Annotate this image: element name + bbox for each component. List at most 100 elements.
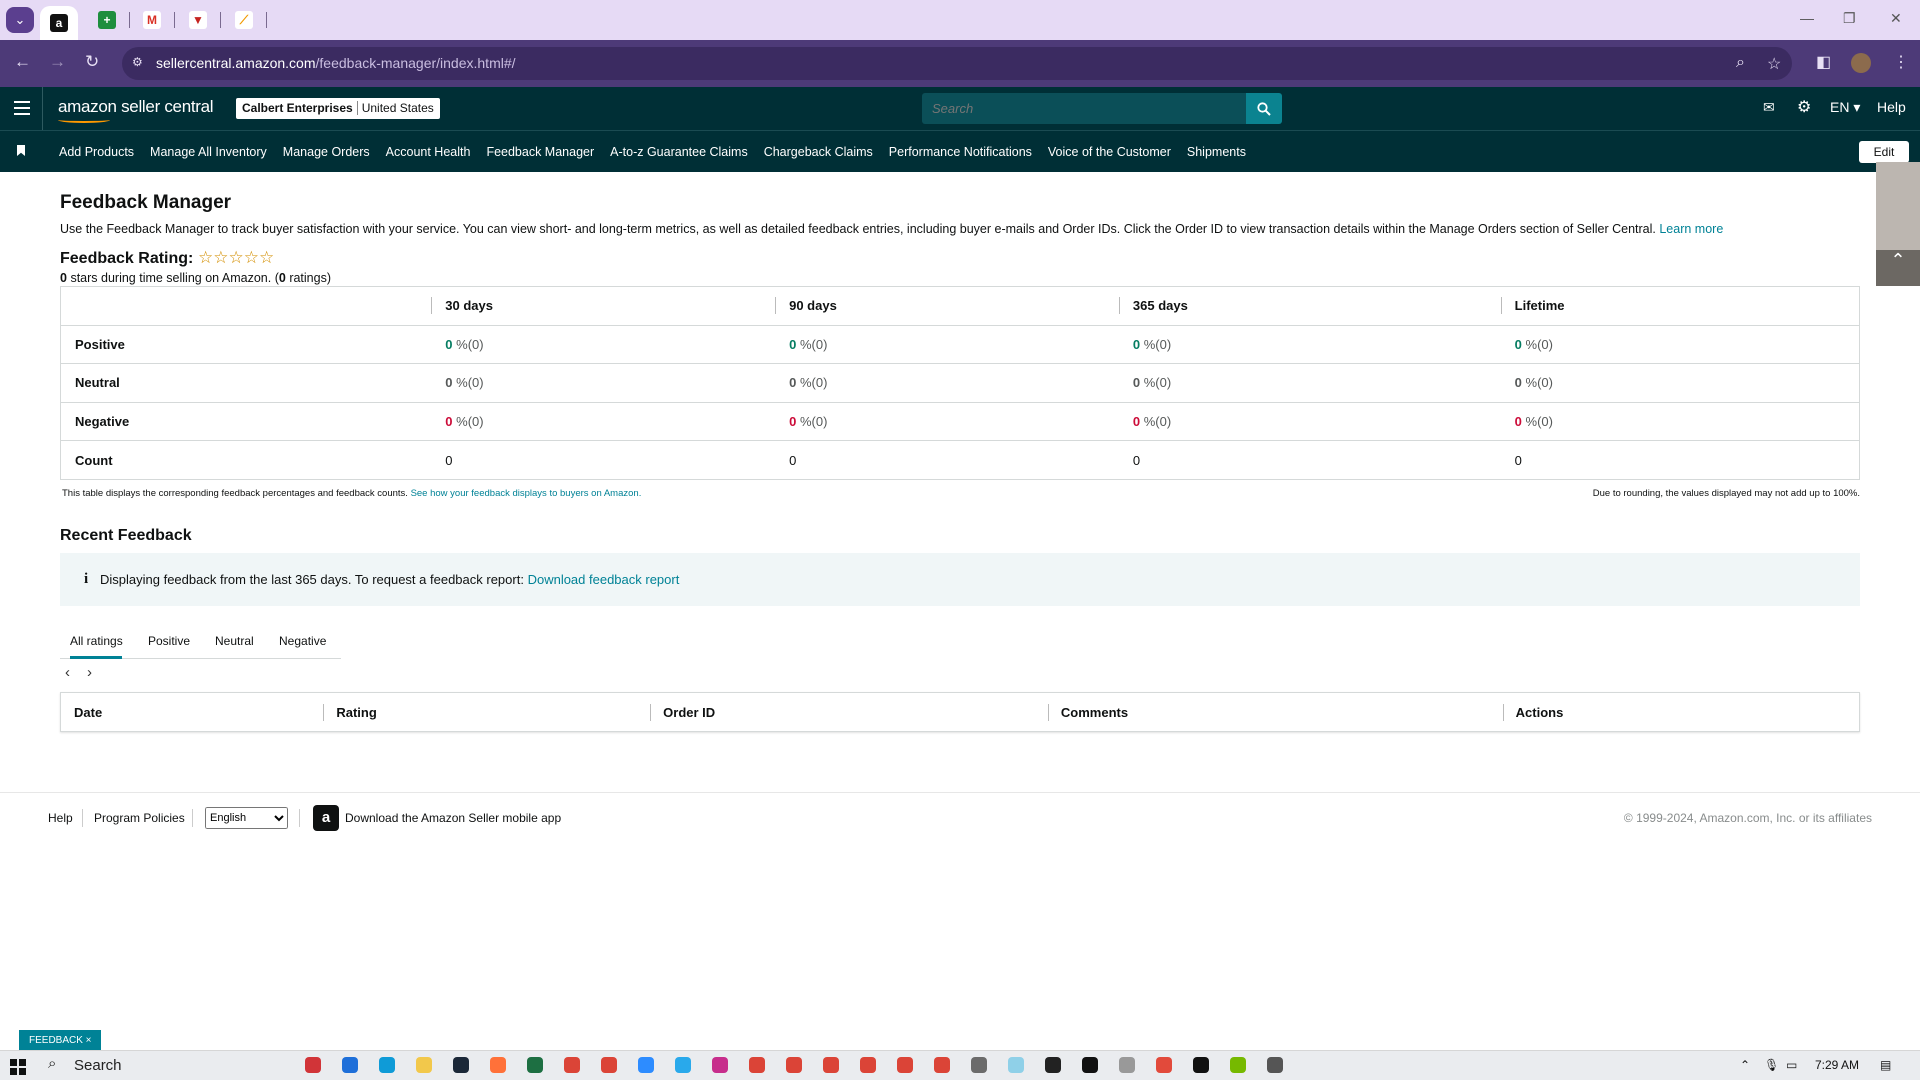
back-icon[interactable]: ← — [14, 52, 31, 72]
chrome-icon[interactable] — [786, 1057, 802, 1073]
chrome-menu-icon[interactable]: ⋮ — [1893, 52, 1909, 72]
program-policies-link[interactable]: Program Policies — [94, 811, 185, 825]
taskbar-search[interactable]: ⌕ Search — [40, 1053, 290, 1079]
minimize-icon[interactable]: — — [1800, 10, 1814, 26]
video-thumbnail[interactable]: ⌃ — [1876, 162, 1920, 286]
nav-add-products[interactable]: Add Products — [59, 145, 134, 159]
tab-neutral[interactable]: Neutral — [215, 634, 254, 648]
bookmark-star-icon[interactable]: ☆ — [1767, 54, 1781, 74]
nav-a-to-z-claims[interactable]: A-to-z Guarantee Claims — [610, 145, 748, 159]
account-switcher[interactable]: Calbert Enterprises United States — [236, 98, 440, 119]
side-panel-icon[interactable]: ◧ — [1816, 52, 1831, 72]
sheets-tab-icon[interactable]: + — [98, 11, 116, 29]
app-icon[interactable] — [1193, 1057, 1209, 1073]
chrome-icon[interactable] — [897, 1057, 913, 1073]
settings-gear-icon[interactable]: ⚙ — [1797, 97, 1811, 117]
edit-nav-button[interactable]: Edit — [1859, 141, 1909, 163]
url-text[interactable]: sellercentral.amazon.com/feedback-manage… — [156, 55, 516, 71]
header-comments[interactable]: Comments — [1047, 693, 1503, 732]
app-icon[interactable] — [1119, 1057, 1135, 1073]
download-feedback-report-link[interactable]: Download feedback report — [528, 572, 680, 587]
app-icon[interactable] — [305, 1057, 321, 1073]
nav-voice-of-customer[interactable]: Voice of the Customer — [1048, 145, 1171, 159]
nav-account-health[interactable]: Account Health — [386, 145, 471, 159]
chrome-icon[interactable] — [749, 1057, 765, 1073]
chevron-up-icon[interactable]: ⌃ — [1740, 1058, 1750, 1072]
table-cell: 0 — [775, 440, 1119, 480]
amazon-app-icon[interactable]: a — [313, 805, 339, 831]
tab-amazon-seller-central[interactable]: a — [40, 6, 78, 40]
nav-manage-all-inventory[interactable]: Manage All Inventory — [150, 145, 267, 159]
settings-icon[interactable] — [1267, 1057, 1283, 1073]
nav-shipments[interactable]: Shipments — [1187, 145, 1246, 159]
header-date[interactable]: Date — [61, 693, 324, 732]
nvidia-icon[interactable] — [1230, 1057, 1246, 1073]
chrome-icon[interactable] — [601, 1057, 617, 1073]
restore-icon[interactable]: ❐ — [1843, 10, 1856, 27]
app-icon[interactable] — [1008, 1057, 1024, 1073]
feedback-display-link[interactable]: See how your feedback displays to buyers… — [411, 488, 642, 499]
seller-central-logo[interactable]: amazon seller central — [58, 97, 214, 117]
gmail-tab-icon[interactable]: M — [143, 11, 161, 29]
tab-negative[interactable]: Negative — [279, 634, 326, 648]
excel-icon[interactable] — [527, 1057, 543, 1073]
chrome-icon[interactable] — [823, 1057, 839, 1073]
chevron-right-icon[interactable]: › — [87, 664, 92, 681]
app-icon[interactable] — [1082, 1057, 1098, 1073]
notification-icon[interactable]: ▤ — [1880, 1058, 1891, 1072]
nav-performance-notifications[interactable]: Performance Notifications — [889, 145, 1032, 159]
file-explorer-icon[interactable] — [416, 1057, 432, 1073]
nav-chargeback-claims[interactable]: Chargeback Claims — [764, 145, 873, 159]
calculator-icon[interactable] — [971, 1057, 987, 1073]
windows-start-icon[interactable] — [10, 1059, 26, 1075]
tab-all-ratings[interactable]: All ratings — [70, 634, 123, 648]
app-tab-icon[interactable]: ⟋ — [235, 11, 253, 29]
forward-icon[interactable]: → — [49, 52, 66, 72]
table-header-empty — [60, 286, 432, 326]
nav-feedback-manager[interactable]: Feedback Manager — [486, 145, 594, 159]
bookmark-icon[interactable] — [17, 145, 25, 156]
chevron-up-icon[interactable]: ⌃ — [1876, 250, 1920, 286]
app-icon[interactable] — [1156, 1057, 1172, 1073]
firefox-icon[interactable] — [490, 1057, 506, 1073]
telegram-icon[interactable] — [675, 1057, 691, 1073]
header-rating[interactable]: Rating — [323, 693, 650, 732]
clock-time[interactable]: 7:29 AM — [1815, 1058, 1859, 1072]
reload-icon[interactable]: ↻ — [85, 52, 99, 72]
help-link[interactable]: Help — [1877, 99, 1906, 115]
header-30-days: 30 days — [431, 286, 776, 326]
battery-icon[interactable]: ▭ — [1786, 1058, 1797, 1072]
chrome-icon[interactable] — [564, 1057, 580, 1073]
tab-search-icon[interactable]: ⌄ — [6, 7, 34, 33]
feedback-button[interactable]: FEEDBACK × — [19, 1030, 101, 1051]
hamburger-menu-icon[interactable] — [14, 101, 30, 119]
search-button[interactable] — [1246, 93, 1282, 124]
zoom-icon[interactable]: ⌕ — [1736, 54, 1745, 72]
app-icon[interactable] — [712, 1057, 728, 1073]
chevron-left-icon[interactable]: ‹ — [65, 664, 70, 681]
tab-positive[interactable]: Positive — [148, 634, 190, 648]
footer-help-link[interactable]: Help — [48, 811, 73, 825]
language-selector[interactable]: EN ▾ — [1830, 99, 1860, 116]
microphone-icon[interactable]: 🎙 — [1764, 1058, 1779, 1072]
app-icon[interactable] — [342, 1057, 358, 1073]
header-order-id[interactable]: Order ID — [650, 693, 1048, 732]
address-bar[interactable]: ⚙ sellercentral.amazon.com/feedback-mana… — [122, 47, 1792, 80]
language-select[interactable]: English — [205, 807, 288, 829]
rating-summary: 0 stars during time selling on Amazon. (… — [60, 271, 331, 285]
download-app-link[interactable]: Download the Amazon Seller mobile app — [345, 811, 561, 825]
chrome-icon[interactable] — [934, 1057, 950, 1073]
close-window-icon[interactable]: ✕ — [1890, 10, 1902, 27]
nav-manage-orders[interactable]: Manage Orders — [283, 145, 370, 159]
chrome-icon[interactable] — [860, 1057, 876, 1073]
search-input[interactable] — [922, 93, 1246, 124]
shield-tab-icon[interactable]: ▼ — [189, 11, 207, 29]
app-icon[interactable] — [1045, 1057, 1061, 1073]
site-info-icon[interactable]: ⚙ — [132, 55, 148, 71]
steam-icon[interactable] — [453, 1057, 469, 1073]
profile-avatar[interactable] — [1851, 53, 1871, 73]
learn-more-link[interactable]: Learn more — [1659, 222, 1723, 236]
mail-icon[interactable]: ✉ — [1763, 99, 1775, 116]
zoom-icon[interactable] — [638, 1057, 654, 1073]
edge-icon[interactable] — [379, 1057, 395, 1073]
